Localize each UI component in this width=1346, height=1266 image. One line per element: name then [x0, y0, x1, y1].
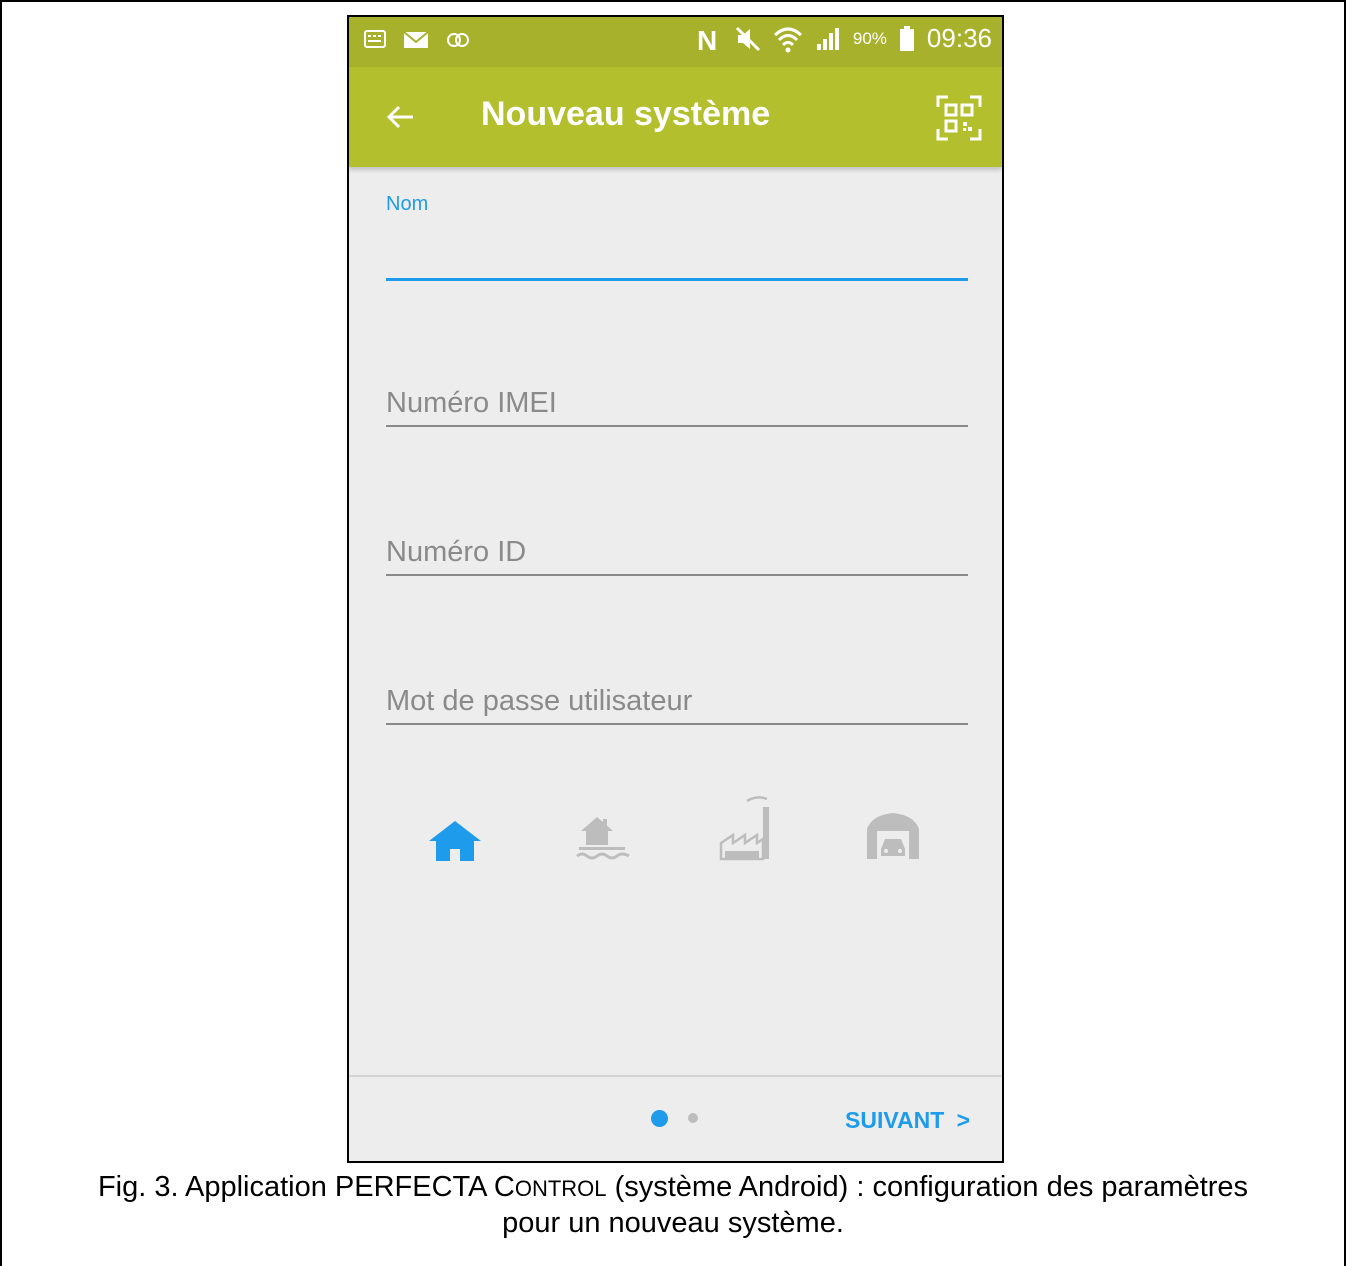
house-icon[interactable] [427, 819, 483, 863]
signal-icon [816, 27, 839, 50]
qr-code-scan-icon[interactable] [936, 95, 982, 141]
password-input[interactable] [386, 681, 968, 721]
app-bar: Nouveau système [349, 67, 1002, 167]
name-field-underline [386, 278, 968, 281]
imei-field [386, 383, 968, 427]
next-button[interactable]: SUIVANT > [845, 1107, 970, 1134]
name-field-label: Nom [386, 193, 429, 215]
next-button-label: SUIVANT [845, 1107, 945, 1133]
name-input[interactable] [386, 238, 968, 278]
id-field-underline [386, 574, 968, 576]
factory-icon[interactable] [717, 793, 779, 863]
id-input[interactable] [386, 532, 968, 572]
mail-icon [403, 31, 429, 48]
name-field: Nom [386, 193, 968, 281]
password-field-underline [386, 723, 968, 725]
lake-house-icon[interactable] [573, 813, 633, 863]
password-field [386, 681, 968, 725]
status-right-icons: N 90% 09:36 [695, 23, 992, 54]
wifi-icon [773, 27, 802, 52]
page-title: Nouveau système [481, 95, 771, 133]
battery-icon [899, 25, 914, 51]
phone-screen: N 90% 09:36 Nouveau système Nom Numéro I… [347, 15, 1004, 1163]
caption-line-1: Fig. 3. Application PERFECTA CONTROL (sy… [0, 1170, 1346, 1206]
caption-prefix: Fig. 3. Application PERFECTA C [97, 1171, 515, 1203]
arrow-left-icon[interactable] [385, 101, 417, 133]
nfc-icon: N [697, 25, 717, 54]
imei-field-underline [386, 425, 968, 427]
bottom-divider [349, 1075, 1002, 1077]
page-indicator-dot-1 [651, 1110, 668, 1127]
caption-line-2: pour un nouveau système. [502, 1207, 844, 1239]
chevron-right-icon: > [956, 1107, 971, 1133]
id-field [386, 532, 968, 576]
status-time: 09:36 [926, 23, 992, 53]
page-indicator-dot-2 [688, 1113, 698, 1123]
battery-percent: 90% [852, 28, 887, 48]
figure-caption: Fig. 3. Application PERFECTA CONTROL (sy… [0, 1170, 1346, 1241]
garage-icon[interactable] [864, 811, 922, 861]
status-bar: N 90% 09:36 [349, 17, 1002, 67]
svg-text:N: N [697, 25, 717, 54]
imei-input[interactable] [386, 383, 968, 423]
system-type-selector [409, 796, 969, 877]
mute-icon [735, 26, 760, 51]
caption-suffix: (système Android) : configuration des pa… [606, 1171, 1249, 1203]
status-left-icons [363, 29, 471, 51]
keyboard-icon [364, 30, 386, 48]
sync-icon [447, 33, 469, 47]
caption-small-caps: ONTROL [514, 1176, 607, 1201]
